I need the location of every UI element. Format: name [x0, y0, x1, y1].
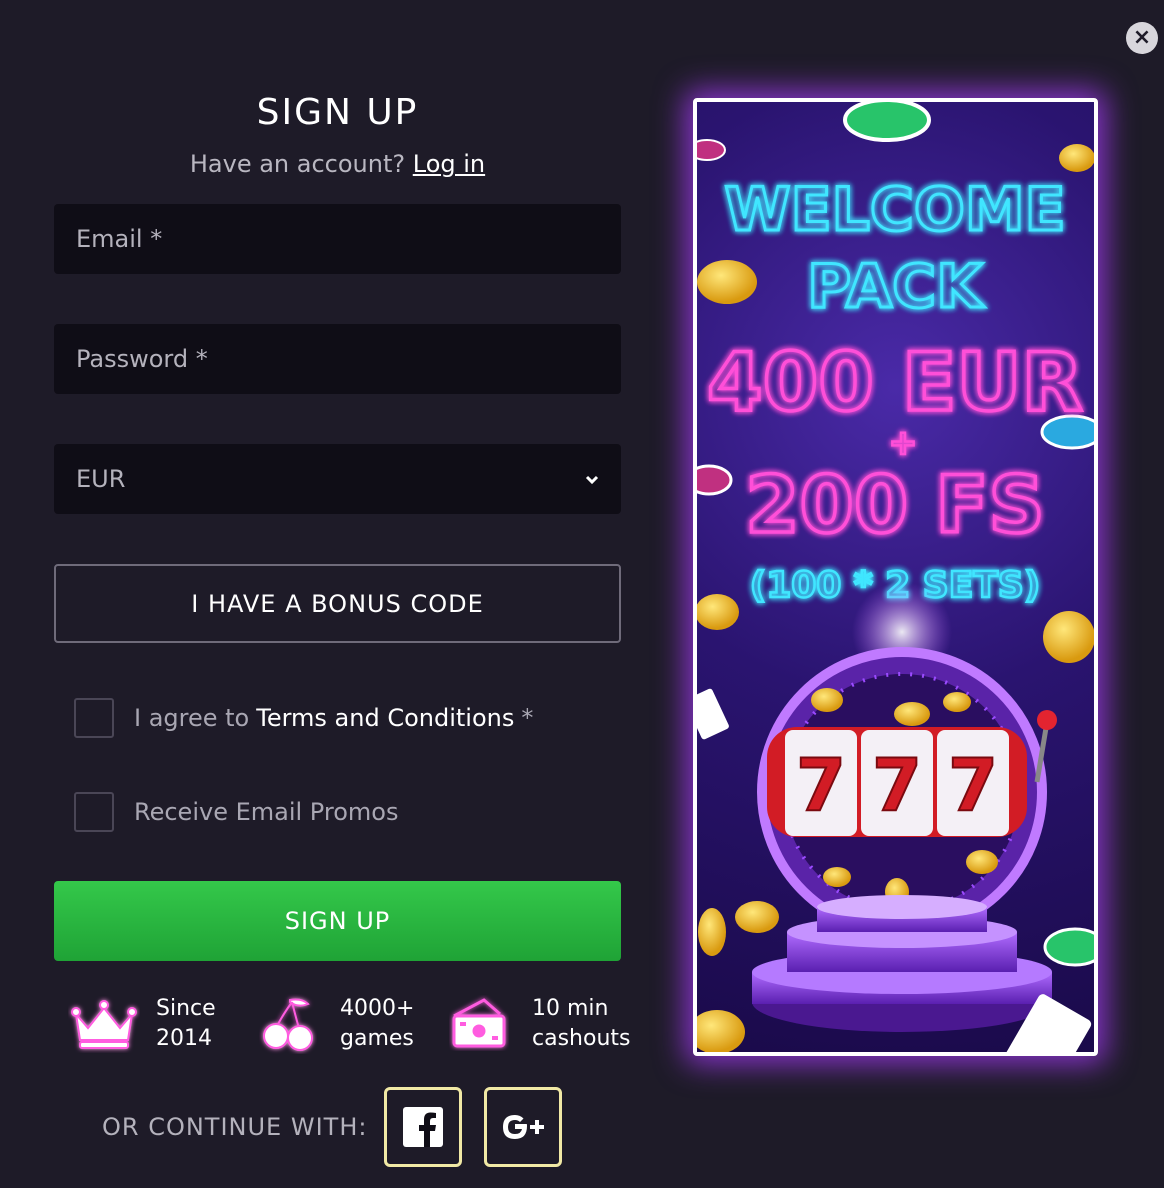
or-continue-label: OR CONTINUE WITH: — [102, 1113, 368, 1141]
promos-row: Receive Email Promos — [74, 792, 398, 832]
close-button[interactable]: × — [1126, 22, 1158, 54]
email-field-wrapper — [54, 204, 621, 274]
reel-1: 7 — [796, 743, 846, 827]
email-field[interactable] — [76, 225, 599, 253]
google-plus-icon — [503, 1115, 544, 1139]
bonus-code-button[interactable]: I HAVE A BONUS CODE — [54, 564, 621, 643]
login-link[interactable]: Log in — [413, 150, 485, 178]
have-account-label: Have an account? — [189, 150, 406, 178]
feature-since-line2: 2014 — [156, 1026, 212, 1051]
google-login-button[interactable] — [484, 1087, 562, 1167]
facebook-icon — [403, 1107, 443, 1147]
promos-checkbox[interactable] — [74, 792, 114, 832]
feature-cashouts-line2: cashouts — [532, 1026, 631, 1051]
password-field[interactable] — [76, 345, 599, 373]
banner-welcome: WELCOME — [724, 175, 1065, 245]
facebook-login-button[interactable] — [384, 1087, 462, 1167]
feature-since-line1: Since — [156, 996, 216, 1021]
chevron-down-icon — [585, 470, 599, 489]
banner-pack: PACK — [807, 252, 985, 322]
reel-2: 7 — [872, 743, 922, 827]
feature-cashouts: 10 min cashouts — [444, 994, 630, 1054]
terms-link[interactable]: Terms and Conditions — [256, 704, 514, 732]
have-account-text: Have an account? Log in — [54, 150, 621, 178]
page-title: SIGN UP — [256, 92, 419, 133]
terms-required-mark: * — [521, 704, 534, 732]
feature-games-line1: 4000+ — [340, 996, 415, 1021]
cash-icon — [452, 998, 506, 1048]
promos-label: Receive Email Promos — [134, 798, 399, 826]
terms-checkbox[interactable] — [74, 698, 114, 738]
signup-button[interactable]: SIGN UP — [54, 881, 621, 961]
banner-plus: + — [889, 423, 918, 463]
currency-value: EUR — [76, 465, 126, 493]
podium-icon — [752, 895, 1052, 1032]
feature-cashouts-line1: 10 min — [532, 996, 609, 1021]
terms-row: I agree to Terms and Conditions * — [74, 698, 533, 738]
terms-prefix: I agree to — [134, 704, 250, 732]
banner-amount: 400 EUR — [707, 336, 1083, 429]
feature-games-line2: games — [340, 1026, 414, 1051]
cherries-icon — [263, 998, 313, 1051]
password-field-wrapper — [54, 324, 621, 394]
close-icon: × — [1132, 25, 1152, 50]
banner-artwork: WELCOME PACK 400 EUR + 200 FS (100 * 2 S… — [697, 102, 1094, 1052]
feature-since: Since 2014 — [68, 994, 216, 1054]
crown-icon — [71, 1000, 137, 1049]
reel-3: 7 — [948, 743, 998, 827]
welcome-pack-banner[interactable]: WELCOME PACK 400 EUR + 200 FS (100 * 2 S… — [693, 98, 1098, 1056]
banner-free-spins: 200 FS — [745, 461, 1044, 551]
currency-select[interactable]: EUR — [54, 444, 621, 514]
feature-games: 4000+ games — [252, 994, 414, 1054]
slot-machine-icon: 7 7 7 — [757, 582, 1057, 937]
